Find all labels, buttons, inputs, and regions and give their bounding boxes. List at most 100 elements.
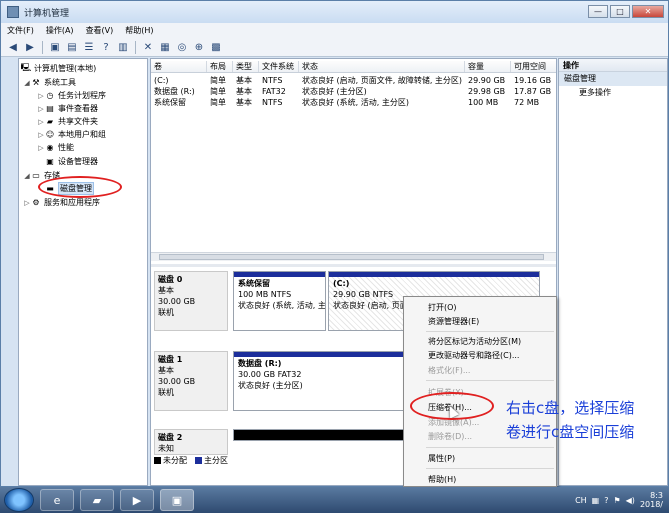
volume-layout: 简单	[210, 98, 226, 107]
close-button[interactable]: ✕	[632, 5, 664, 18]
tree-item-task-scheduler[interactable]: ▷ ◷ 任务计划程序	[37, 89, 106, 102]
clock[interactable]: 8:3 2018/	[640, 491, 663, 509]
expand-arrow-icon[interactable]: ▷	[37, 92, 45, 100]
clock-icon: ◷	[46, 91, 54, 100]
flag-icon[interactable]: ⚑	[613, 496, 620, 505]
start-button[interactable]	[4, 488, 34, 512]
volume-capacity: 29.98 GB	[468, 87, 506, 96]
horizontal-scrollbar[interactable]	[151, 252, 556, 261]
disk-2-label[interactable]: 磁盘 2 未知	[154, 429, 228, 455]
services-icon: ⚙	[32, 198, 40, 207]
column-header-layout[interactable]: 布局	[207, 61, 233, 72]
tree-item-event-viewer[interactable]: ▷ ▤ 事件查看器	[37, 102, 98, 115]
partition-cap	[329, 272, 539, 277]
computer-management-task-icon[interactable]: ▣	[160, 489, 194, 511]
menu-item-format[interactable]: 格式化(F)...	[404, 364, 556, 377]
media-player-icon[interactable]: ▶	[120, 489, 154, 511]
volume-type: 基本	[236, 87, 252, 96]
file-explorer-icon[interactable]: ▰	[80, 489, 114, 511]
volume-layout: 简单	[210, 76, 226, 85]
tree-item-performance[interactable]: ▷ ◉ 性能	[37, 141, 74, 154]
volume-type: 基本	[236, 76, 252, 85]
forward-arrow-icon[interactable]: ▶	[23, 40, 37, 54]
volume-name: 数据盘 (R:)	[154, 87, 195, 96]
menu-view[interactable]: 查看(V)	[86, 25, 114, 36]
menu-item-help[interactable]: 帮助(H)	[404, 473, 556, 486]
expand-arrow-icon[interactable]: ▷	[37, 131, 45, 139]
column-header-free-space[interactable]: 可用空间	[511, 61, 556, 72]
menu-item-open[interactable]: 打开(O)	[404, 301, 556, 314]
disk-0-label[interactable]: 磁盘 0 基本 30.00 GB 联机	[154, 271, 228, 331]
annotation-text-line2: 卷进行c盘空间压缩	[506, 423, 635, 441]
shared-folder-icon: ▰	[46, 117, 54, 126]
language-indicator[interactable]: CH	[575, 496, 587, 505]
tree-item-device-manager[interactable]: ▣ 设备管理器	[45, 155, 98, 168]
partition-legend: 未分配 主分区	[154, 455, 228, 466]
title-bar[interactable]: 计算机管理 — □ ✕	[1, 1, 668, 23]
menu-item-properties[interactable]: 属性(P)	[404, 452, 556, 465]
disk-name: 磁盘 0	[158, 275, 183, 284]
delete-icon[interactable]: ✕	[141, 40, 155, 54]
collapse-arrow-icon[interactable]: ◢	[23, 172, 31, 180]
menu-file[interactable]: 文件(F)	[7, 25, 34, 36]
collapse-arrow-icon[interactable]: ◢	[23, 79, 31, 87]
volume-name: (C:)	[154, 76, 169, 85]
scrollbar-thumb[interactable]	[159, 254, 544, 260]
console-icon[interactable]: ▥	[116, 40, 130, 54]
column-header-status[interactable]: 状态	[299, 61, 465, 72]
volume-free-space: 72 MB	[514, 98, 540, 107]
menu-item-explore[interactable]: 资源管理器(E)	[404, 315, 556, 328]
device-manager-icon: ▣	[46, 157, 54, 166]
table-row[interactable]: (C:) 简单 基本 NTFS 状态良好 (启动, 页面文件, 故障转储, 主分…	[151, 75, 556, 86]
help-tray-icon[interactable]: ?	[604, 496, 608, 505]
context-menu: 打开(O) 资源管理器(E) 将分区标记为活动分区(M) 更改驱动器号和路径(C…	[403, 296, 557, 487]
computer-management-icon	[7, 6, 19, 18]
zoom-icon[interactable]: ⊕	[192, 40, 206, 54]
table-row[interactable]: 系统保留 简单 基本 NTFS 状态良好 (系统, 活动, 主分区) 100 M…	[151, 97, 556, 108]
ie-browser-icon[interactable]: e	[40, 489, 74, 511]
disk-1-label[interactable]: 磁盘 1 基本 30.00 GB 联机	[154, 351, 228, 411]
network-icon[interactable]: ▦	[592, 496, 600, 505]
actions-section-disk-management[interactable]: 磁盘管理	[559, 72, 667, 86]
more-actions-link[interactable]: 更多操作	[559, 86, 667, 100]
menu-action[interactable]: 操作(A)	[46, 25, 74, 36]
expand-arrow-icon[interactable]: ▷	[37, 105, 45, 113]
volume-filesystem: NTFS	[262, 98, 283, 107]
search-icon[interactable]: ◎	[175, 40, 189, 54]
menu-item-mark-active[interactable]: 将分区标记为活动分区(M)	[404, 335, 556, 348]
legend-unallocated: 未分配	[154, 455, 187, 466]
menu-item-change-letter[interactable]: 更改驱动器号和路径(C)...	[404, 349, 556, 362]
volume-icon[interactable]: ◀)	[626, 496, 635, 505]
tree-item-services[interactable]: ▷ ⚙ 服务和应用程序	[23, 196, 100, 209]
disk-size: 30.00 GB	[158, 297, 196, 306]
column-header-capacity[interactable]: 容量	[465, 61, 511, 72]
help-icon[interactable]: ?	[99, 40, 113, 54]
disk-name: 磁盘 2	[158, 433, 183, 442]
properties-icon[interactable]: ☰	[82, 40, 96, 54]
open-icon[interactable]: ▦	[158, 40, 172, 54]
maximize-button[interactable]: □	[610, 5, 630, 18]
back-arrow-icon[interactable]: ◀	[6, 40, 20, 54]
tree-item-shared-folders[interactable]: ▷ ▰ 共享文件夹	[37, 115, 98, 128]
event-log-icon: ▤	[46, 104, 54, 113]
menu-help[interactable]: 帮助(H)	[125, 25, 153, 36]
partition-system-reserved[interactable]: 系统保留 100 MB NTFS 状态良好 (系统, 活动, 主	[233, 271, 326, 331]
table-row[interactable]: 数据盘 (R:) 简单 基本 FAT32 状态良好 (主分区) 29.98 GB…	[151, 86, 556, 97]
disk-type: 基本	[158, 286, 174, 295]
tree-item-root[interactable]: 🖳 计算机管理(本地)	[21, 62, 97, 75]
tree-item-local-users[interactable]: ▷ ☺ 本地用户和组	[37, 128, 106, 141]
column-header-filesystem[interactable]: 文件系统	[259, 61, 299, 72]
expand-arrow-icon[interactable]: ▷	[37, 118, 45, 126]
expand-arrow-icon[interactable]: ▷	[23, 199, 31, 207]
grid-icon[interactable]: ▩	[209, 40, 223, 54]
volume-name: 系统保留	[154, 98, 186, 107]
expand-arrow-icon[interactable]: ▷	[37, 144, 45, 152]
column-header-type[interactable]: 类型	[233, 61, 259, 72]
tree-item-system-tools[interactable]: ◢ ⚒ 系统工具	[23, 76, 76, 89]
up-folder-icon[interactable]: ▣	[48, 40, 62, 54]
show-hide-tree-icon[interactable]: ▤	[65, 40, 79, 54]
menu-separator	[426, 468, 554, 469]
disk-name: 磁盘 1	[158, 355, 183, 364]
column-header-volume[interactable]: 卷	[151, 61, 207, 72]
minimize-button[interactable]: —	[588, 5, 608, 18]
